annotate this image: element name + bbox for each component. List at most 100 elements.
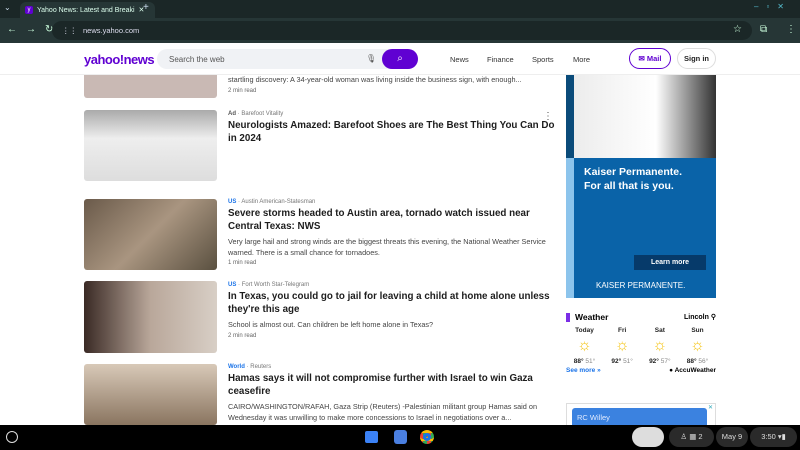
article-category[interactable]: World (228, 364, 245, 370)
weather-widget: Weather Lincoln ⚲ Today ☼ 88° 51° Fri ☼ 92° … (566, 312, 716, 374)
article-desc: CAIRO/WASHINGTON/RAFAH, Gaza Strip (Reut… (228, 402, 537, 422)
browser-tab[interactable]: y Yahoo News: Latest and Breaki ✕ (20, 2, 155, 18)
article-item[interactable]: US · Fort Worth Star-Telegram In Texas, … (228, 282, 558, 339)
weather-title: Weather (575, 312, 609, 322)
search-button[interactable]: ⌕ (382, 49, 418, 69)
yahoo-header: yahoo!news Search the web 🎙 ⌕ News Finan… (0, 43, 800, 75)
article-thumbnail[interactable] (84, 281, 217, 353)
article-thumbnail[interactable] (84, 199, 217, 270)
see-more-link[interactable]: See more » (566, 367, 601, 374)
window-controls[interactable]: –▫✕ (754, 2, 792, 11)
article-item[interactable]: US · Austin American-Statesman Severe st… (228, 199, 558, 266)
article-title[interactable]: Hamas says it will not compromise furthe… (228, 373, 558, 398)
tab-search-button[interactable]: ⌄ (4, 3, 11, 12)
article-source: Austin American-Statesman (241, 199, 316, 205)
menu-icon[interactable]: ⋮ (786, 24, 796, 35)
temp-high: 92° (611, 358, 622, 365)
read-time: 1 min read (228, 260, 257, 266)
temp-high: 88° (686, 358, 697, 365)
location-label: Lincoln (684, 314, 709, 321)
forecast-day: Sun ☼ 88° 56° (679, 327, 716, 365)
temp-low: 56° (698, 358, 709, 365)
date-button[interactable]: May 9 (716, 427, 748, 447)
rc-willey-ad[interactable]: RC Willey ✕ (566, 403, 716, 426)
notification-count: 2 (698, 432, 703, 441)
article-category[interactable]: US (228, 282, 236, 288)
site-info-icon[interactable]: ⋮⋮ (62, 26, 77, 35)
accent-bar (566, 312, 570, 322)
article-desc: School is almost out. Can children be le… (228, 320, 434, 329)
sun-icon: ☼ (614, 337, 630, 354)
star-icon[interactable]: ☆ (733, 24, 742, 35)
temp-high: 92° (649, 358, 659, 365)
tab-strip: ⌄ y Yahoo News: Latest and Breaki ✕ + –▫✕ (0, 0, 800, 18)
screenshot-preview[interactable] (632, 427, 664, 447)
forecast: Today ☼ 88° 51° Fri ☼ 92° 51° Sat ☼ 92° 57° Su… (566, 327, 716, 365)
ad-thumbnail[interactable] (84, 110, 217, 181)
provider-label: AccuWeather (674, 367, 716, 374)
nav-finance[interactable]: Finance (487, 55, 514, 64)
files-icon[interactable] (365, 431, 378, 443)
microphone-icon[interactable]: 🎙 (366, 54, 376, 63)
extensions-icon[interactable]: ⧉ (760, 24, 767, 35)
docs-icon[interactable] (394, 430, 407, 444)
read-time: 2 min read (228, 87, 257, 94)
status-tray[interactable]: 3:50 ▾▮ (750, 427, 797, 447)
learn-more-button[interactable]: Learn more (634, 255, 706, 270)
article-thumbnail[interactable] (84, 364, 217, 425)
tab-title: Yahoo News: Latest and Breaki (37, 6, 135, 14)
taskbar: ♙ ▦ 2 May 9 3:50 ▾▮ (0, 425, 800, 450)
day-label: Sat (654, 327, 665, 334)
article-desc: Very large hail and strong winds are the… (228, 237, 546, 257)
new-tab-button[interactable]: + (143, 2, 149, 13)
nav-news[interactable]: News (450, 55, 469, 64)
yahoo-favicon: y (25, 6, 33, 14)
day-label: Today (575, 327, 594, 334)
temp-low: 57° (660, 358, 671, 365)
url-text: news.yahoo.com (83, 26, 140, 35)
accuweather-logo[interactable]: ● AccuWeather (669, 367, 716, 374)
ad-image (566, 75, 716, 158)
launcher-button[interactable] (6, 431, 18, 443)
read-time: 2 min read (228, 332, 257, 339)
article-title[interactable]: Neurologists Amazed: Barefoot Shoes are … (228, 120, 558, 145)
chrome-icon[interactable] (420, 430, 434, 444)
forecast-day: Sat ☼ 92° 57° (641, 327, 678, 365)
location-pin-icon: ⚲ (710, 314, 716, 321)
sun-icon: ☼ (577, 337, 592, 354)
tray-apps[interactable]: ♙ ▦ 2 (669, 427, 714, 447)
article-category[interactable]: US (228, 199, 236, 205)
search-input[interactable]: Search the web (157, 49, 417, 69)
mail-button[interactable]: ✉ Mail (629, 48, 671, 69)
wifi-battery-icon: ▾▮ (777, 432, 786, 441)
ad-headline: Kaiser Permanente. (584, 166, 683, 178)
yahoo-news-logo[interactable]: yahoo!news (84, 52, 155, 67)
ad-stripe (566, 158, 574, 298)
mail-label: Mail (646, 54, 662, 63)
nav-sports[interactable]: Sports (532, 55, 554, 64)
kaiser-ad[interactable]: Kaiser Permanente. For all that is you. … (566, 75, 716, 298)
article-source: Barefoot Vitality (241, 111, 284, 117)
article-source: Fort Worth Star-Telegram (241, 282, 310, 288)
temp-low: 51° (623, 358, 633, 365)
forecast-day: Fri ☼ 92° 51° (604, 327, 641, 365)
article-source: Reuters (250, 364, 272, 370)
forecast-day: Today ☼ 88° 51° (566, 327, 603, 365)
ad-brand: KAISER PERMANENTE. (596, 281, 686, 290)
article-desc: startling discovery: A 34-year-old woman… (228, 75, 522, 84)
article-title[interactable]: In Texas, you could go to jail for leavi… (228, 291, 558, 316)
article-item[interactable]: startling discovery: A 34-year-old woman… (228, 75, 558, 94)
ad-close-icon[interactable]: ✕ (708, 404, 713, 411)
article-item[interactable]: World · Reuters Hamas says it will not c… (228, 364, 558, 423)
weather-location[interactable]: Lincoln ⚲ (684, 313, 716, 321)
nav-more[interactable]: More (573, 55, 590, 64)
day-label: Sun (691, 327, 704, 334)
more-options-icon[interactable]: ⋮ (543, 111, 553, 122)
temp-high: 88° (573, 358, 584, 365)
article-title[interactable]: Severe storms headed to Austin area, tor… (228, 208, 558, 233)
sign-in-button[interactable]: Sign in (677, 48, 716, 69)
ad-label: RC Willey (572, 408, 707, 426)
ad-item[interactable]: Ad · Barefoot Vitality Neurologists Amaz… (228, 111, 558, 145)
address-bar[interactable]: ⋮⋮ news.yahoo.com (52, 21, 752, 40)
temp-low: 51° (585, 358, 596, 365)
